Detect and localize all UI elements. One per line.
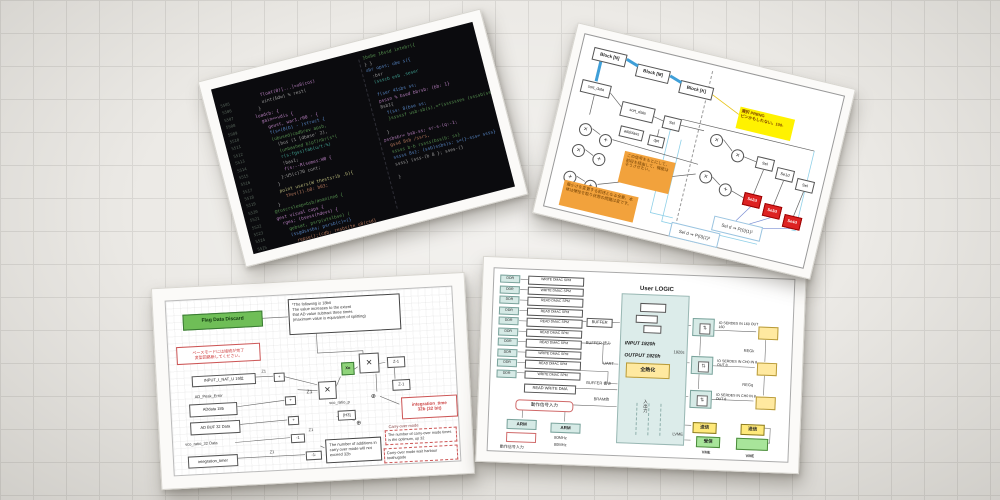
z-delay-box: Z-1 <box>387 356 406 368</box>
yellow-io-box <box>758 326 778 340</box>
logic-subblock <box>640 303 666 313</box>
z1-label: Z1 <box>261 368 266 373</box>
buffer-write-label: BUFFER 書き <box>586 380 611 387</box>
dashed-line <box>659 404 661 436</box>
flowchart-photo: Flag Data Discard *The following is 18bi… <box>151 272 475 490</box>
mhz-label: 80MHz <box>554 435 567 440</box>
recv-box-1: 受信 <box>696 436 720 448</box>
bram-label: BRAM他 <box>594 396 610 403</box>
buffer-read-label: BUFFER 読み <box>586 340 611 347</box>
arm-box-1: ARM <box>506 419 536 430</box>
mhz-label: 80MHz <box>554 442 567 447</box>
top-note-box: *The following is 18bit The value increa… <box>288 293 402 335</box>
plus-op-box: + <box>285 396 296 406</box>
ddr-box: DDR <box>500 285 520 294</box>
reg-label: REGq <box>742 382 753 387</box>
lvme-label: LVME <box>672 431 683 436</box>
ddr-box: DDR <box>500 275 520 284</box>
z-delay-box: Z-1 <box>392 379 411 391</box>
input-label: INPUT 1920h <box>625 340 656 347</box>
recv-box-2 <box>736 438 768 451</box>
neg2-op-box: -1: <box>306 451 322 461</box>
serdes-wire-label: 1920s <box>673 349 684 354</box>
reg-label: REGk <box>744 348 755 353</box>
red-note-line: 変型回路断してください。 <box>195 353 243 361</box>
result-line: 32b (32 bit) <box>418 406 442 412</box>
serdes-box: ⇅ <box>689 390 712 409</box>
z1-label: Z1 <box>308 427 313 432</box>
serdes-chip-icon: ⇅ <box>696 395 707 406</box>
code-screenshot-photo: 5505550655075508550955105511551255135514… <box>198 9 529 268</box>
flowchart-sheet: Flag Data Discard *The following is 18bi… <box>165 286 462 477</box>
code-token: } <box>386 130 390 136</box>
additions-note-box: The number of additions in carry over mo… <box>325 437 382 464</box>
sum-junction-icon: ⊕ <box>356 420 361 427</box>
multiplier-box: ✕ <box>318 381 337 400</box>
code-token: } <box>258 107 262 113</box>
serdes-chip-icon: ⇅ <box>698 361 709 372</box>
yellow-io-box <box>755 396 775 410</box>
vme-label: VME <box>746 453 755 458</box>
addata-box: ADdata 18b <box>189 402 238 417</box>
io-vertical-label: 入出力 <box>642 399 649 413</box>
ddr-box: DDR <box>498 327 518 336</box>
vme-label: VME <box>702 449 711 454</box>
buffer-box: BUFFER <box>586 318 612 328</box>
multiplier-box-large: ✕ <box>359 353 380 374</box>
fpga-diagram: DDRDDRDDRDDRDDRDDRDDRDDRDDRDDR WRITE DMA… <box>487 267 796 462</box>
ddr-box: DDR <box>499 306 519 315</box>
uart-label: UART <box>603 361 614 366</box>
ddr-box: DDR <box>498 337 518 346</box>
yellow-center-box: 全熱化 <box>626 362 671 379</box>
read-write-dma-box: READ WRITE DMA <box>524 384 576 395</box>
code-editor: 5505550655075508550955105511551255135514… <box>211 22 515 254</box>
send-box-2: 送信 <box>740 424 764 436</box>
xo-box: Xo <box>341 362 355 376</box>
plus-op-box: + <box>274 372 285 382</box>
send-box-1: 送信 <box>692 422 716 434</box>
photo-collage-background: 5505550655075508550955105511551255135514… <box>0 0 1000 500</box>
serdes-chip-icon: ⇅ <box>699 323 710 334</box>
adbuf-box: AD BUF 32 Data <box>190 420 241 436</box>
integration-time-result-box: integration_time 32b (32 bit) <box>401 394 458 419</box>
h3-box: [H3] <box>338 410 356 421</box>
plus-op-box: + <box>288 416 299 426</box>
dashed-line <box>635 403 637 435</box>
arm-box-2: ARM <box>550 423 580 434</box>
ddr-box: DDR <box>496 369 516 378</box>
user-logic-panel: INPUT 1920h OUTPUT 1920h 全熱化 入出力 <box>616 293 690 445</box>
code-token: } <box>278 182 282 188</box>
ddr-box: DDR <box>498 317 518 326</box>
signal-diagram-photo: Block [N]Block [M]Block [K] 選択 PRBNG ピンか… <box>532 22 856 279</box>
fpga-diagram-photo: DDRDDRDDRDDRDDRDDRDDRDDRDDRDDR WRITE DMA… <box>475 256 807 474</box>
ddr-box: DDR <box>497 348 517 357</box>
logic-subblock <box>636 315 658 324</box>
signal-input-box: 動作信号入力 <box>515 399 573 412</box>
sum-junction-icon: ⊕ <box>371 393 376 400</box>
output-label: OUTPUT 1920h <box>624 352 660 359</box>
neg-op-box: -1 <box>291 434 305 444</box>
code-token: } <box>398 174 402 180</box>
z1-label: Z1 <box>270 449 275 454</box>
user-logic-title: User LOGIC <box>640 286 674 293</box>
z1-label: Z1 <box>306 389 312 395</box>
code-token: } <box>278 202 282 208</box>
serdes-box: ⇅ <box>692 318 715 337</box>
yellow-io-box <box>757 362 777 376</box>
logic-subblock <box>643 325 661 334</box>
empty-red-box <box>506 432 536 443</box>
serdes-box: ⇅ <box>691 356 714 375</box>
signal-diagram: Block [N]Block [M]Block [K] 選択 PRBNG ピンか… <box>543 33 845 269</box>
signal-input-label: 動作信号入力 <box>500 444 524 451</box>
ddr-box: DDR <box>499 296 519 305</box>
ddr-box: DDR <box>497 358 517 367</box>
